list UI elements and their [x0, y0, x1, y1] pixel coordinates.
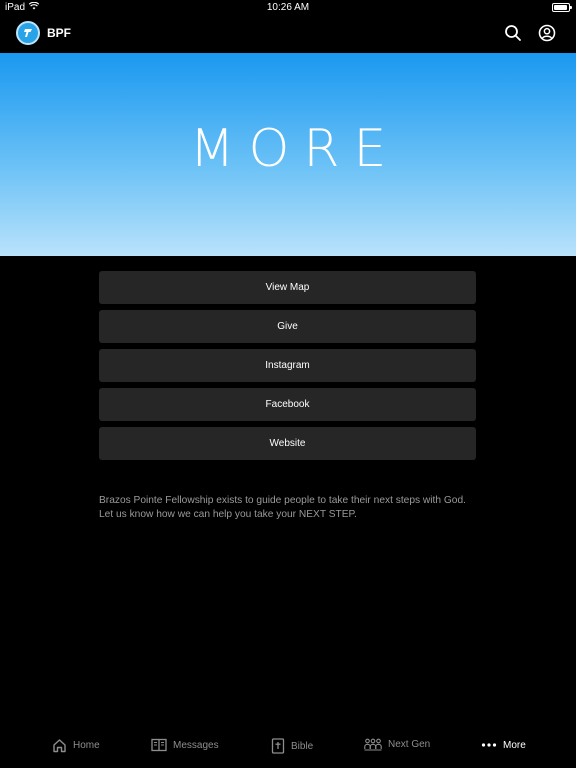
instagram-button[interactable]: Instagram: [99, 349, 476, 382]
tab-messages[interactable]: Messages: [151, 738, 219, 752]
battery-fill: [554, 5, 567, 10]
tab-bible-label: Bible: [291, 740, 314, 752]
tab-more-label: More: [503, 739, 526, 751]
book-open-icon: [151, 738, 167, 752]
tab-home[interactable]: Home: [52, 738, 100, 753]
website-button[interactable]: Website: [99, 427, 476, 460]
bible-icon: [271, 738, 285, 754]
tab-bible[interactable]: Bible: [271, 738, 313, 754]
tab-messages-label: Messages: [173, 739, 219, 751]
brand[interactable]: BPF: [16, 21, 71, 45]
people-icon: [364, 738, 382, 751]
app-header: BPF: [0, 16, 576, 53]
page-title: MORE: [189, 118, 401, 179]
more-menu: View Map Give Instagram Facebook Website: [99, 271, 476, 466]
tab-more[interactable]: More: [481, 738, 526, 752]
battery-icon: [552, 3, 572, 12]
header-actions: [504, 24, 556, 42]
tab-home-label: Home: [73, 740, 100, 751]
more-dots-icon: [481, 738, 497, 752]
about-text: Brazos Pointe Fellowship exists to guide…: [99, 495, 466, 520]
home-icon: [52, 738, 67, 753]
search-icon[interactable]: [504, 24, 522, 42]
tab-next-gen-label: Next Gen: [388, 739, 431, 750]
status-time: 10:26 AM: [266, 2, 310, 13]
status-bar: iPad 10:26 AM: [0, 0, 576, 16]
app-name: BPF: [47, 26, 71, 40]
hero-banner: MORE: [0, 53, 576, 256]
bpf-logo-icon: [16, 21, 40, 45]
tab-bar: Home Messages Bible Next Gen More: [0, 732, 576, 768]
tab-next-gen[interactable]: Next Gen: [364, 738, 430, 751]
account-icon[interactable]: [538, 24, 556, 42]
facebook-button[interactable]: Facebook: [99, 388, 476, 421]
view-map-button[interactable]: View Map: [99, 271, 476, 304]
give-button[interactable]: Give: [99, 310, 476, 343]
